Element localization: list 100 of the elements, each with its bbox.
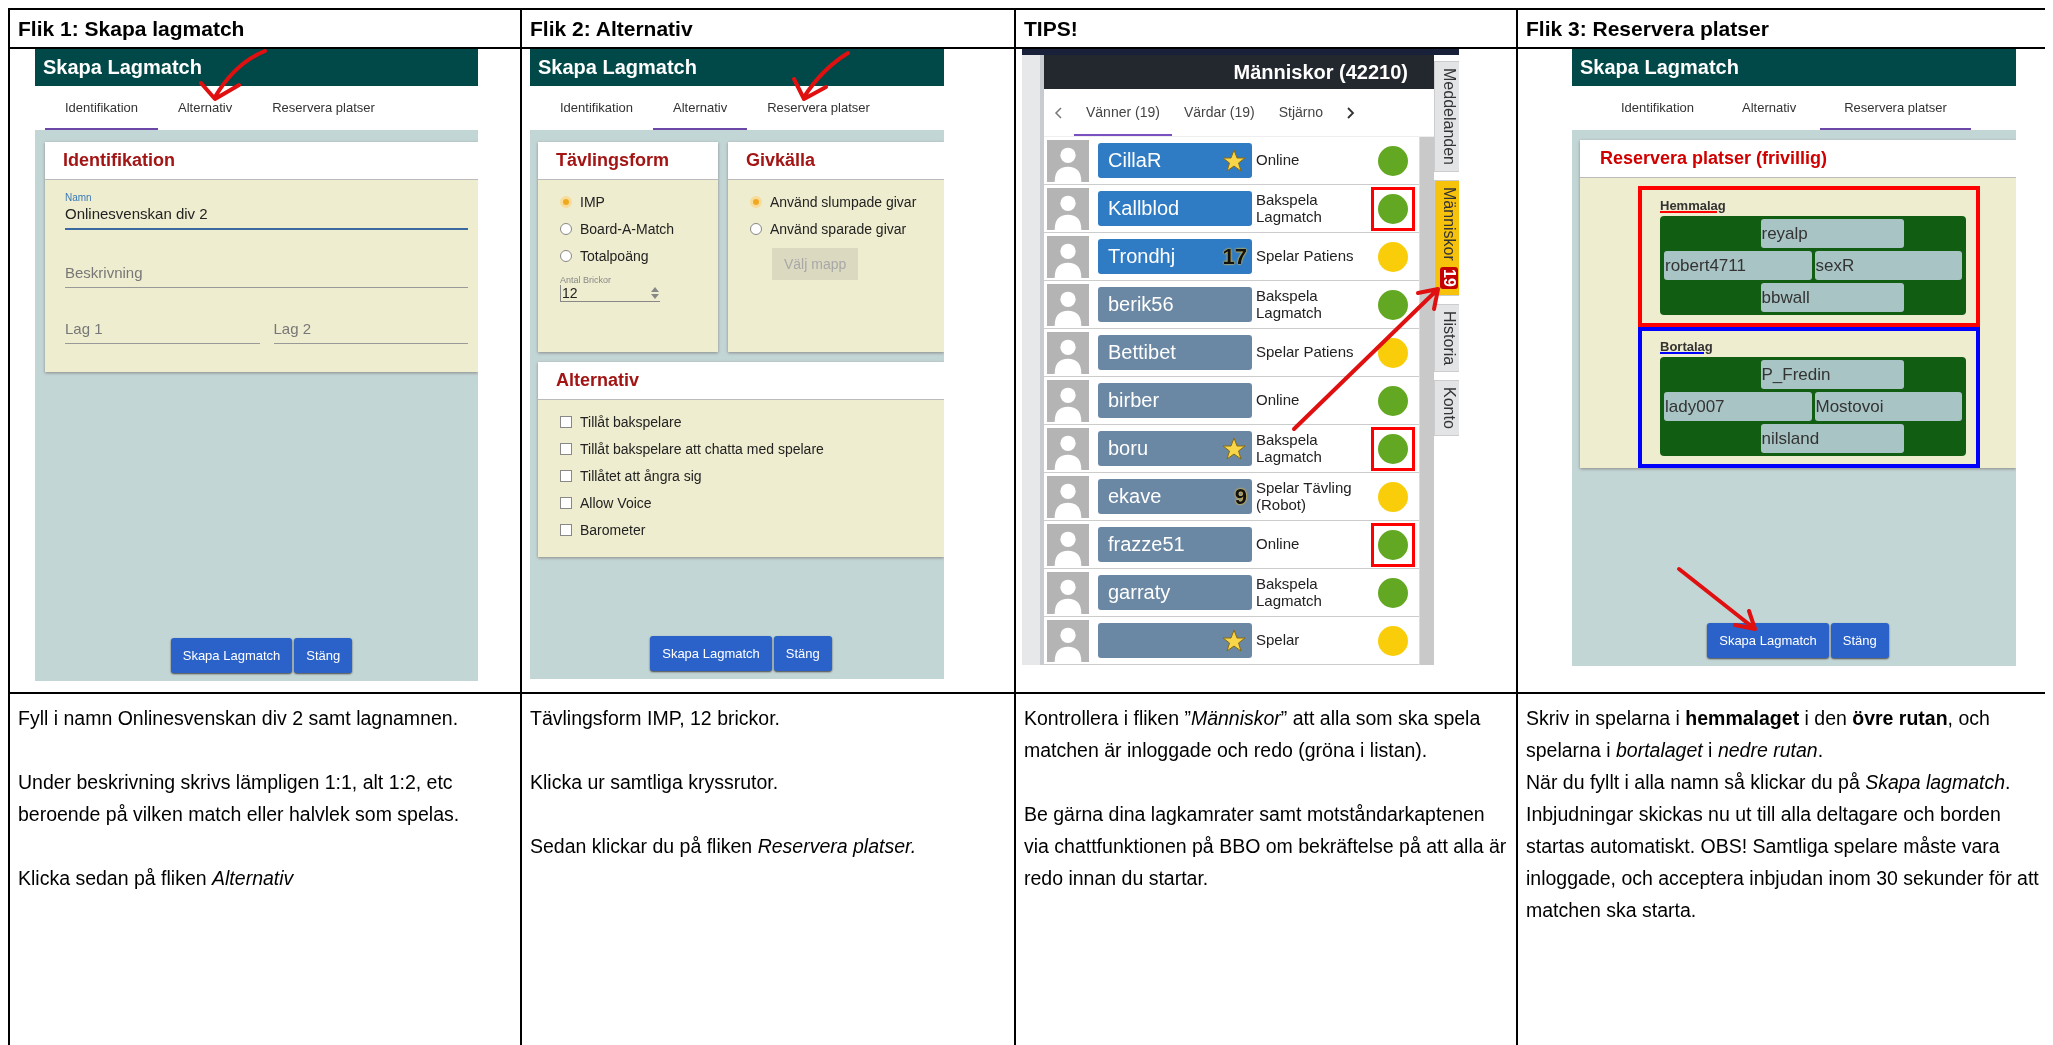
name-field[interactable]: Namn Onlinesvenskan div 2: [65, 192, 468, 230]
user-name: berik56: [1108, 293, 1174, 316]
tab[interactable]: Reservera platser: [252, 86, 395, 130]
seat-field[interactable]: sexR: [1814, 251, 1962, 280]
team-field[interactable]: Lag 1: [65, 316, 260, 344]
dialog-title: Skapa Lagmatch: [43, 56, 202, 79]
tab[interactable]: Reservera platser: [1820, 86, 1971, 130]
checkbox[interactable]: [560, 470, 572, 482]
seat-field[interactable]: P_Fredin: [1760, 360, 1904, 389]
tab[interactable]: Alternativ: [1718, 86, 1821, 130]
checkbox[interactable]: [560, 524, 572, 536]
tab[interactable]: Alternativ: [653, 86, 748, 130]
name-tag[interactable]: boru: [1098, 431, 1252, 466]
user-name: Trondhj: [1108, 245, 1176, 268]
name-tag[interactable]: ekave 9: [1098, 479, 1252, 514]
instruction-text: När du fyllt i alla namn så klickar du på Skapa lagmatch. Inbjudningar skickas nu ut till alla deltagare och borden startas automatiskt. OBS! Samtliga spelare måste vara inloggade, och acceptera inbjudan inom 30 sekunder för att matchen ska starta.: [1526, 770, 2040, 923]
dialog-button[interactable]: Skapa Lagmatch: [170, 638, 293, 673]
seat-field[interactable]: lady007: [1664, 392, 1812, 421]
user-name: Bettibet: [1108, 341, 1176, 364]
option-label: Totalpoäng: [580, 248, 649, 264]
column-heading: Flik 2: Alternativ: [530, 16, 693, 41]
tab[interactable]: Identifikation: [1597, 86, 1718, 130]
instruction-text: Klicka ur samtliga kryssrutor.: [530, 770, 780, 795]
avatar-icon: [1047, 427, 1089, 470]
dialog-button[interactable]: Skapa Lagmatch: [650, 636, 772, 671]
side-tab[interactable]: Historia: [1434, 303, 1459, 372]
tab[interactable]: Alternativ: [158, 86, 253, 130]
checkbox[interactable]: [560, 443, 572, 455]
instruction-text: Be gärna dina lagkamrater samt motståndarkaptenen via chattfunktionen på BBO om bekräftelse på att alla är redo innan du startar.: [1024, 802, 1508, 891]
team-field[interactable]: Lag 2: [273, 316, 468, 344]
user-name: boru: [1108, 437, 1149, 460]
section-title: Givkälla: [746, 150, 816, 170]
user-name: Kallblod: [1108, 197, 1180, 220]
avatar-icon: [1047, 475, 1089, 518]
dialog-button[interactable]: Skapa Lagmatch: [1707, 623, 1829, 658]
tab[interactable]: Identifikation: [45, 86, 158, 130]
user-name: garraty: [1108, 581, 1171, 604]
avatar-icon: [1047, 571, 1089, 614]
instruction-text: Kontrollera i fliken ”Människor” att alla som ska spela matchen är inloggade och redo (gröna i listan).: [1024, 706, 1482, 763]
side-tab[interactable]: Konto: [1434, 379, 1459, 436]
scrollbar[interactable]: [1419, 137, 1434, 665]
status-text: Online: [1256, 392, 1301, 409]
dialog-title: Skapa Lagmatch: [1580, 56, 1739, 79]
checkbox[interactable]: [560, 497, 572, 509]
option-label: Använd slumpade givar: [770, 194, 917, 210]
user-name: frazze51: [1108, 533, 1185, 556]
avatar-icon: [1047, 283, 1089, 326]
name-tag[interactable]: garraty: [1098, 575, 1252, 610]
tab[interactable]: Vänner (19): [1074, 89, 1172, 136]
status-text: Bakspela Lagmatch: [1256, 432, 1323, 465]
seat-field[interactable]: reyalp: [1760, 219, 1904, 248]
number-field[interactable]: Antal Brickor 12: [560, 275, 660, 302]
name-tag[interactable]: frazze51: [1098, 527, 1252, 562]
seat-field[interactable]: Mostovoi: [1814, 392, 1962, 421]
column-heading: TIPS!: [1024, 16, 1078, 41]
dialog-title: Skapa Lagmatch: [538, 56, 697, 79]
count-badge: 19: [1440, 266, 1458, 289]
radio-button[interactable]: [560, 250, 572, 262]
annotation-arrow: [792, 51, 852, 101]
tab[interactable]: Stjärno: [1266, 89, 1336, 136]
panel-title: Människor (42210): [1233, 60, 1408, 84]
section-title: Alternativ: [556, 370, 640, 390]
seat-field[interactable]: robert4711: [1664, 251, 1812, 280]
avatar-icon: [1047, 235, 1089, 278]
radio-button[interactable]: [560, 223, 572, 235]
dialog-button[interactable]: Stäng: [1830, 623, 1889, 658]
avatar-icon: [1047, 139, 1089, 182]
radio-button[interactable]: [750, 223, 762, 235]
side-tab[interactable]: Människor 19: [1434, 179, 1459, 296]
name-tag[interactable]: Trondhj 17: [1098, 239, 1252, 274]
seat-field[interactable]: bbwall: [1760, 283, 1904, 312]
team-label: Hemmalag: [1660, 198, 1726, 213]
checkbox-label: Barometer: [580, 522, 646, 538]
option-label: Använd sparade givar: [770, 221, 907, 237]
option-label: Board-A-Match: [580, 221, 675, 237]
tab[interactable]: Reservera platser: [747, 86, 890, 130]
status-text: Spelar Patiens: [1256, 248, 1355, 265]
name-tag[interactable]: birber: [1098, 383, 1252, 418]
column-heading: Flik 1: Skapa lagmatch: [18, 16, 245, 41]
checkbox-label: Tillåt bakspelare: [580, 414, 682, 430]
status-text: Bakspela Lagmatch: [1256, 288, 1323, 321]
name-tag[interactable]: berik56: [1098, 287, 1252, 322]
name-tag[interactable]: [1098, 623, 1252, 658]
instruction-text: Sedan klickar du på fliken Reservera platser.: [530, 834, 918, 859]
name-tag[interactable]: Bettibet: [1098, 335, 1252, 370]
column-heading: Flik 3: Reservera platser: [1526, 16, 1769, 41]
tab[interactable]: Identifikation: [540, 86, 653, 130]
level-label: 9: [1234, 483, 1247, 510]
tab[interactable]: Värdar (19): [1171, 89, 1267, 136]
dialog-button[interactable]: Stäng: [294, 638, 353, 673]
side-tab[interactable]: Meddelanden: [1434, 61, 1459, 172]
description-field[interactable]: Beskrivning: [65, 260, 468, 288]
section-title: Reservera platser (frivillig): [1600, 148, 1828, 168]
name-tag[interactable]: CillaR: [1098, 143, 1252, 178]
checkbox[interactable]: [560, 416, 572, 428]
option-label: IMP: [580, 194, 605, 210]
dialog-button[interactable]: Stäng: [773, 636, 832, 671]
name-tag[interactable]: Kallblod: [1098, 191, 1252, 226]
spinner-icon[interactable]: [650, 286, 660, 300]
seat-field[interactable]: nilsland: [1760, 424, 1904, 453]
